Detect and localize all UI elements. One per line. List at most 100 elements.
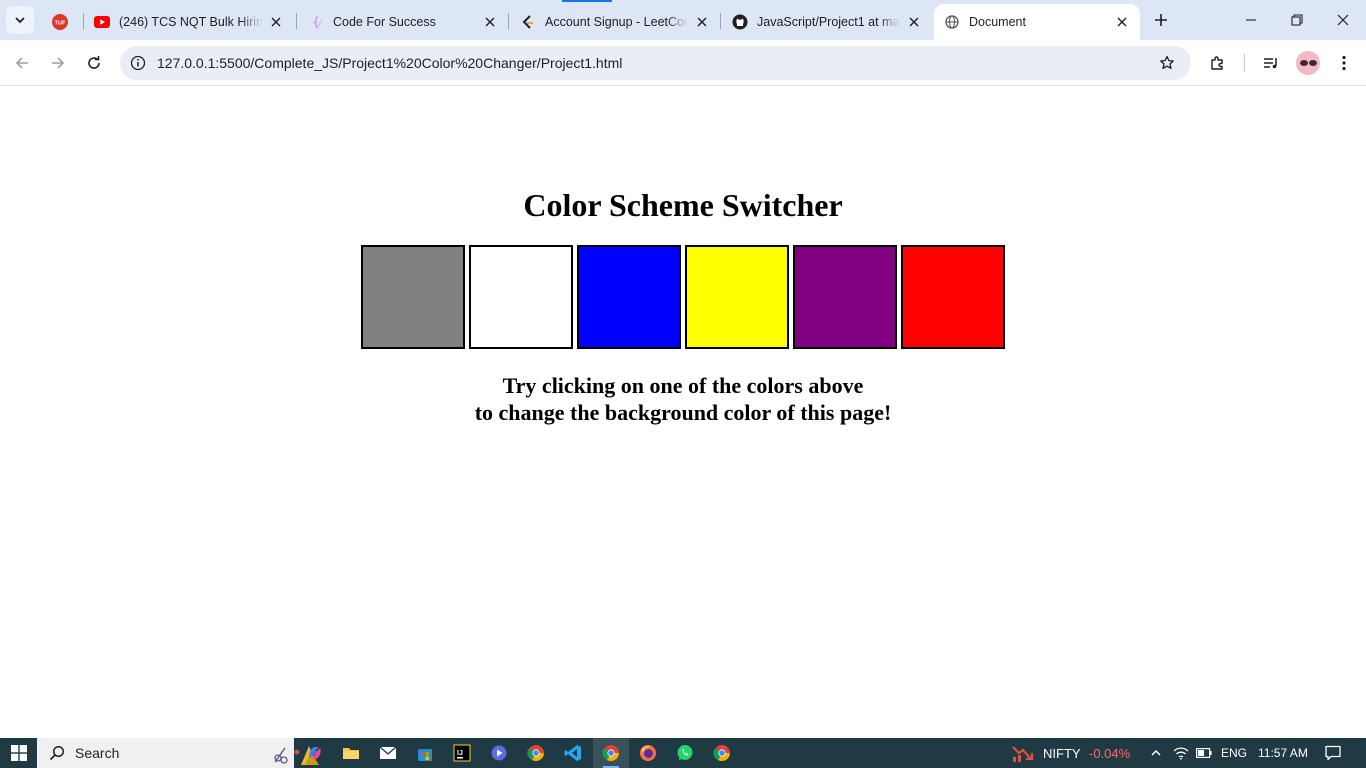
- plus-icon: [1155, 14, 1167, 26]
- swatch-purple[interactable]: [793, 245, 897, 349]
- reload-button[interactable]: [80, 49, 108, 77]
- tab-code-for-success[interactable]: {/ Code For Success: [298, 4, 508, 40]
- whatsapp-icon: [677, 745, 693, 761]
- browser-menu-button[interactable]: [1330, 49, 1358, 77]
- battery-button[interactable]: [1194, 743, 1214, 763]
- tab-separator: [508, 13, 509, 29]
- taskbar-file-explorer[interactable]: [333, 738, 369, 768]
- profile-avatar[interactable]: [1296, 51, 1320, 75]
- close-icon[interactable]: [268, 14, 284, 30]
- bookmark-button[interactable]: [1155, 51, 1179, 75]
- globe-icon: [944, 14, 960, 30]
- stock-chart-icon: [1012, 746, 1034, 762]
- taskbar-firefox[interactable]: [630, 738, 666, 768]
- chevron-up-icon: [1151, 749, 1161, 756]
- taskbar-vscode[interactable]: [555, 738, 591, 768]
- taskbar-chrome-1[interactable]: [518, 738, 554, 768]
- media-control-button[interactable]: [1257, 49, 1285, 77]
- tab-title: JavaScript/Project1 at main: [757, 15, 900, 29]
- chrome-icon: [713, 745, 730, 762]
- mail-icon: [379, 746, 397, 759]
- taskbar-chrome-2[interactable]: [593, 738, 629, 768]
- svg-text:/: /: [317, 19, 322, 29]
- close-window-button[interactable]: [1320, 0, 1366, 40]
- close-icon[interactable]: [482, 14, 498, 30]
- more-vertical-icon: [1342, 55, 1346, 71]
- tab-strip: TUF (246) TCS NQT Bulk Hiring {/ Code Fo…: [0, 0, 1366, 40]
- battery-icon: [1196, 748, 1212, 758]
- chevron-down-icon: [15, 17, 25, 24]
- site-info-button[interactable]: [126, 51, 150, 75]
- tab-github[interactable]: JavaScript/Project1 at main: [722, 4, 932, 40]
- browser-toolbar: 127.0.0.1:5500/Complete_JS/Project1%20Co…: [0, 40, 1366, 86]
- wifi-icon: [1173, 747, 1189, 760]
- taskbar-media-player[interactable]: [481, 738, 517, 768]
- address-bar[interactable]: 127.0.0.1:5500/Complete_JS/Project1%20Co…: [120, 46, 1191, 80]
- github-icon: [732, 14, 748, 30]
- swatch-grey[interactable]: [361, 245, 465, 349]
- search-icon: [47, 743, 67, 763]
- taskbar-search[interactable]: Search: [37, 738, 319, 768]
- restore-icon: [1291, 14, 1303, 26]
- tab-leetcode[interactable]: Account Signup - LeetCode: [510, 4, 720, 40]
- svg-text:IJ: IJ: [457, 750, 463, 757]
- page-title: Color Scheme Switcher: [523, 187, 843, 223]
- tab-separator: [296, 13, 297, 29]
- back-button[interactable]: [8, 49, 36, 77]
- firefox-icon: [640, 745, 656, 761]
- taskbar-whatsapp[interactable]: [667, 738, 703, 768]
- tab-tuf[interactable]: TUF: [44, 4, 80, 40]
- swatch-red[interactable]: [901, 245, 1005, 349]
- page-content: Color Scheme Switcher Try clicking on on…: [0, 87, 1366, 738]
- minimize-icon: [1246, 19, 1256, 21]
- youtube-icon: [94, 14, 110, 30]
- stock-widget-icon[interactable]: [1011, 743, 1035, 763]
- notifications-button[interactable]: [1323, 743, 1343, 763]
- tab-title: (246) TCS NQT Bulk Hiring: [119, 15, 262, 29]
- taskbar-store[interactable]: [407, 738, 443, 768]
- url-text[interactable]: 127.0.0.1:5500/Complete_JS/Project1%20Co…: [157, 55, 622, 71]
- vscode-icon: [564, 745, 581, 761]
- notification-icon: [1325, 745, 1341, 761]
- taskbar-mail[interactable]: [370, 738, 406, 768]
- taskbar-chrome-3[interactable]: [704, 738, 740, 768]
- swatch-white[interactable]: [469, 245, 573, 349]
- clock[interactable]: 11:57 AM: [1258, 746, 1308, 760]
- swatch-blue[interactable]: [577, 245, 681, 349]
- color-swatches: [361, 245, 1005, 349]
- file-explorer-icon: [343, 748, 359, 759]
- show-hidden-icons-button[interactable]: [1146, 743, 1166, 763]
- info-icon: [130, 55, 146, 71]
- start-button[interactable]: [0, 738, 37, 768]
- language-indicator[interactable]: ENG: [1221, 746, 1247, 760]
- back-arrow-icon: [15, 57, 28, 69]
- reload-icon: [88, 56, 100, 69]
- copilot-icon: [309, 747, 321, 759]
- tab-title: Document: [969, 15, 1026, 29]
- close-icon[interactable]: [694, 14, 710, 30]
- taskbar-intellij[interactable]: IJ: [444, 738, 480, 768]
- puzzle-icon: [1211, 56, 1223, 70]
- svg-text:TUF: TUF: [55, 21, 66, 27]
- chrome-icon: [527, 745, 544, 762]
- forward-button[interactable]: [44, 49, 72, 77]
- minimize-button[interactable]: [1228, 0, 1274, 40]
- restore-button[interactable]: [1274, 0, 1320, 40]
- star-icon: [1160, 55, 1174, 70]
- network-button[interactable]: [1171, 743, 1191, 763]
- code-for-success-icon: {/: [308, 14, 324, 30]
- taskbar-copilot[interactable]: [297, 738, 333, 768]
- media-player-icon: [491, 745, 507, 761]
- extensions-button[interactable]: [1204, 49, 1232, 77]
- swatch-yellow[interactable]: [685, 245, 789, 349]
- tab-document[interactable]: Document: [934, 4, 1140, 40]
- windows-logo-icon: [10, 745, 27, 761]
- tab-youtube[interactable]: (246) TCS NQT Bulk Hiring: [84, 4, 294, 40]
- new-tab-button[interactable]: [1149, 8, 1173, 32]
- stock-change[interactable]: -0.04%: [1089, 746, 1130, 761]
- close-icon[interactable]: [1114, 14, 1130, 30]
- close-icon: [1337, 14, 1349, 26]
- tab-search-button[interactable]: [6, 6, 34, 34]
- stock-name[interactable]: NIFTY: [1043, 746, 1081, 761]
- close-icon[interactable]: [906, 14, 922, 30]
